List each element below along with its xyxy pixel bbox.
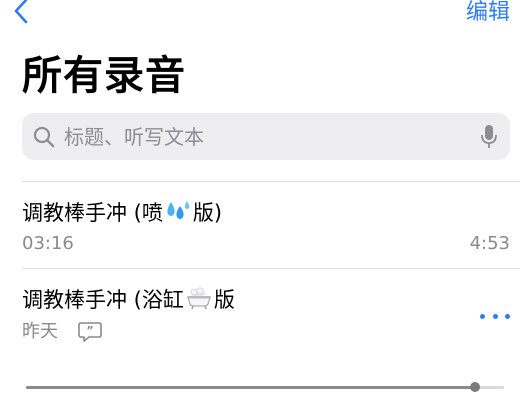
recording-title: 调教棒手冲 (喷 版) <box>22 198 222 228</box>
recording-duration: 4:53 <box>469 233 510 254</box>
recording-title-suffix: 版) <box>192 201 223 225</box>
transcript-quote-icon: ” <box>78 322 102 342</box>
more-ellipsis-dot <box>480 313 485 319</box>
page-title: 所有录音 <box>22 53 186 99</box>
more-ellipsis-dot <box>492 313 498 319</box>
svg-text:”: ” <box>86 324 93 337</box>
recording-item[interactable]: 调教棒手冲 (喷 版) 03:16 4:53 <box>0 182 520 268</box>
bathtub-emoji <box>186 287 211 310</box>
recording-title: 调教棒手冲 (浴缸 版 <box>22 285 235 315</box>
recording-item[interactable]: 调教棒手冲 (浴缸 版 昨天 ” <box>0 269 520 355</box>
recording-date: 昨天 <box>22 321 58 342</box>
back-button[interactable] <box>8 0 34 28</box>
recording-title-suffix: 版 <box>213 288 235 312</box>
microphone-icon[interactable] <box>480 124 498 150</box>
search-icon <box>33 126 55 148</box>
edit-button[interactable]: 编辑 <box>466 0 510 26</box>
scrubber-progress <box>26 386 476 389</box>
chevron-left-icon <box>14 0 28 24</box>
scrubber-handle[interactable] <box>470 382 481 392</box>
search-input[interactable] <box>64 113 484 160</box>
search-bar[interactable] <box>22 113 510 160</box>
navigation-bar: 编辑 <box>0 0 520 36</box>
more-options-button[interactable] <box>480 306 510 326</box>
recording-title-text: 调教棒手冲 (浴缸 <box>22 288 184 312</box>
recording-title-text: 调教棒手冲 (喷 <box>22 201 163 225</box>
recording-date: 03:16 <box>22 233 74 254</box>
more-ellipsis-dot <box>505 313 510 319</box>
playback-scrubber[interactable] <box>26 382 504 392</box>
droplets-emoji <box>167 201 190 219</box>
